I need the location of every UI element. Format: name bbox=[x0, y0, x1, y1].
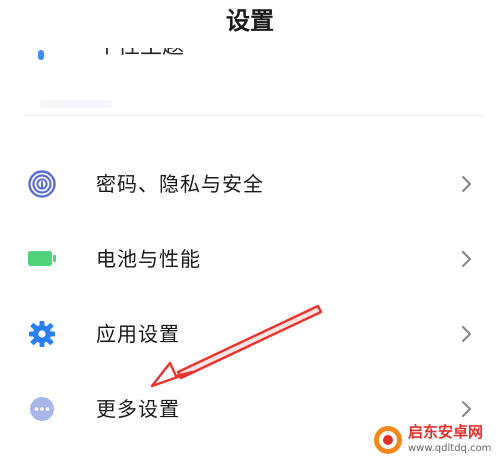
watermark-text: 启东安卓网 bbox=[408, 423, 484, 441]
partial-row-subtext-placeholder bbox=[40, 100, 112, 108]
partial-row-label: 个性主题 bbox=[96, 48, 184, 60]
battery-icon bbox=[26, 245, 58, 273]
gear-icon bbox=[26, 320, 58, 348]
settings-item-app-settings[interactable]: 应用设置 bbox=[0, 306, 500, 362]
partial-settings-row[interactable]: 个性主题 bbox=[0, 48, 500, 62]
page-title: 设置 bbox=[226, 7, 274, 35]
theme-icon bbox=[38, 50, 44, 60]
settings-item-battery-performance[interactable]: 电池与性能 bbox=[0, 231, 500, 287]
settings-page: 设置 个性主题 密码、隐私与安全 bbox=[0, 0, 500, 462]
chevron-right-icon bbox=[460, 399, 474, 419]
chevron-right-icon bbox=[460, 249, 474, 269]
watermark-url: www.qdltdq.com bbox=[408, 443, 492, 454]
settings-item-label: 应用设置 bbox=[96, 322, 180, 346]
site-watermark: 启东安卓网 www.qdltdq.com bbox=[372, 422, 498, 460]
section-divider bbox=[24, 115, 484, 116]
settings-item-label: 密码、隐私与安全 bbox=[96, 172, 264, 196]
settings-item-label: 电池与性能 bbox=[96, 247, 201, 271]
chevron-right-icon bbox=[460, 174, 474, 194]
settings-item-privacy-security[interactable]: 密码、隐私与安全 bbox=[0, 156, 500, 212]
watermark-logo-icon bbox=[374, 426, 402, 454]
more-dots-icon bbox=[26, 395, 58, 423]
fingerprint-icon bbox=[26, 170, 58, 198]
settings-item-label: 更多设置 bbox=[96, 397, 180, 421]
chevron-right-icon bbox=[460, 324, 474, 344]
